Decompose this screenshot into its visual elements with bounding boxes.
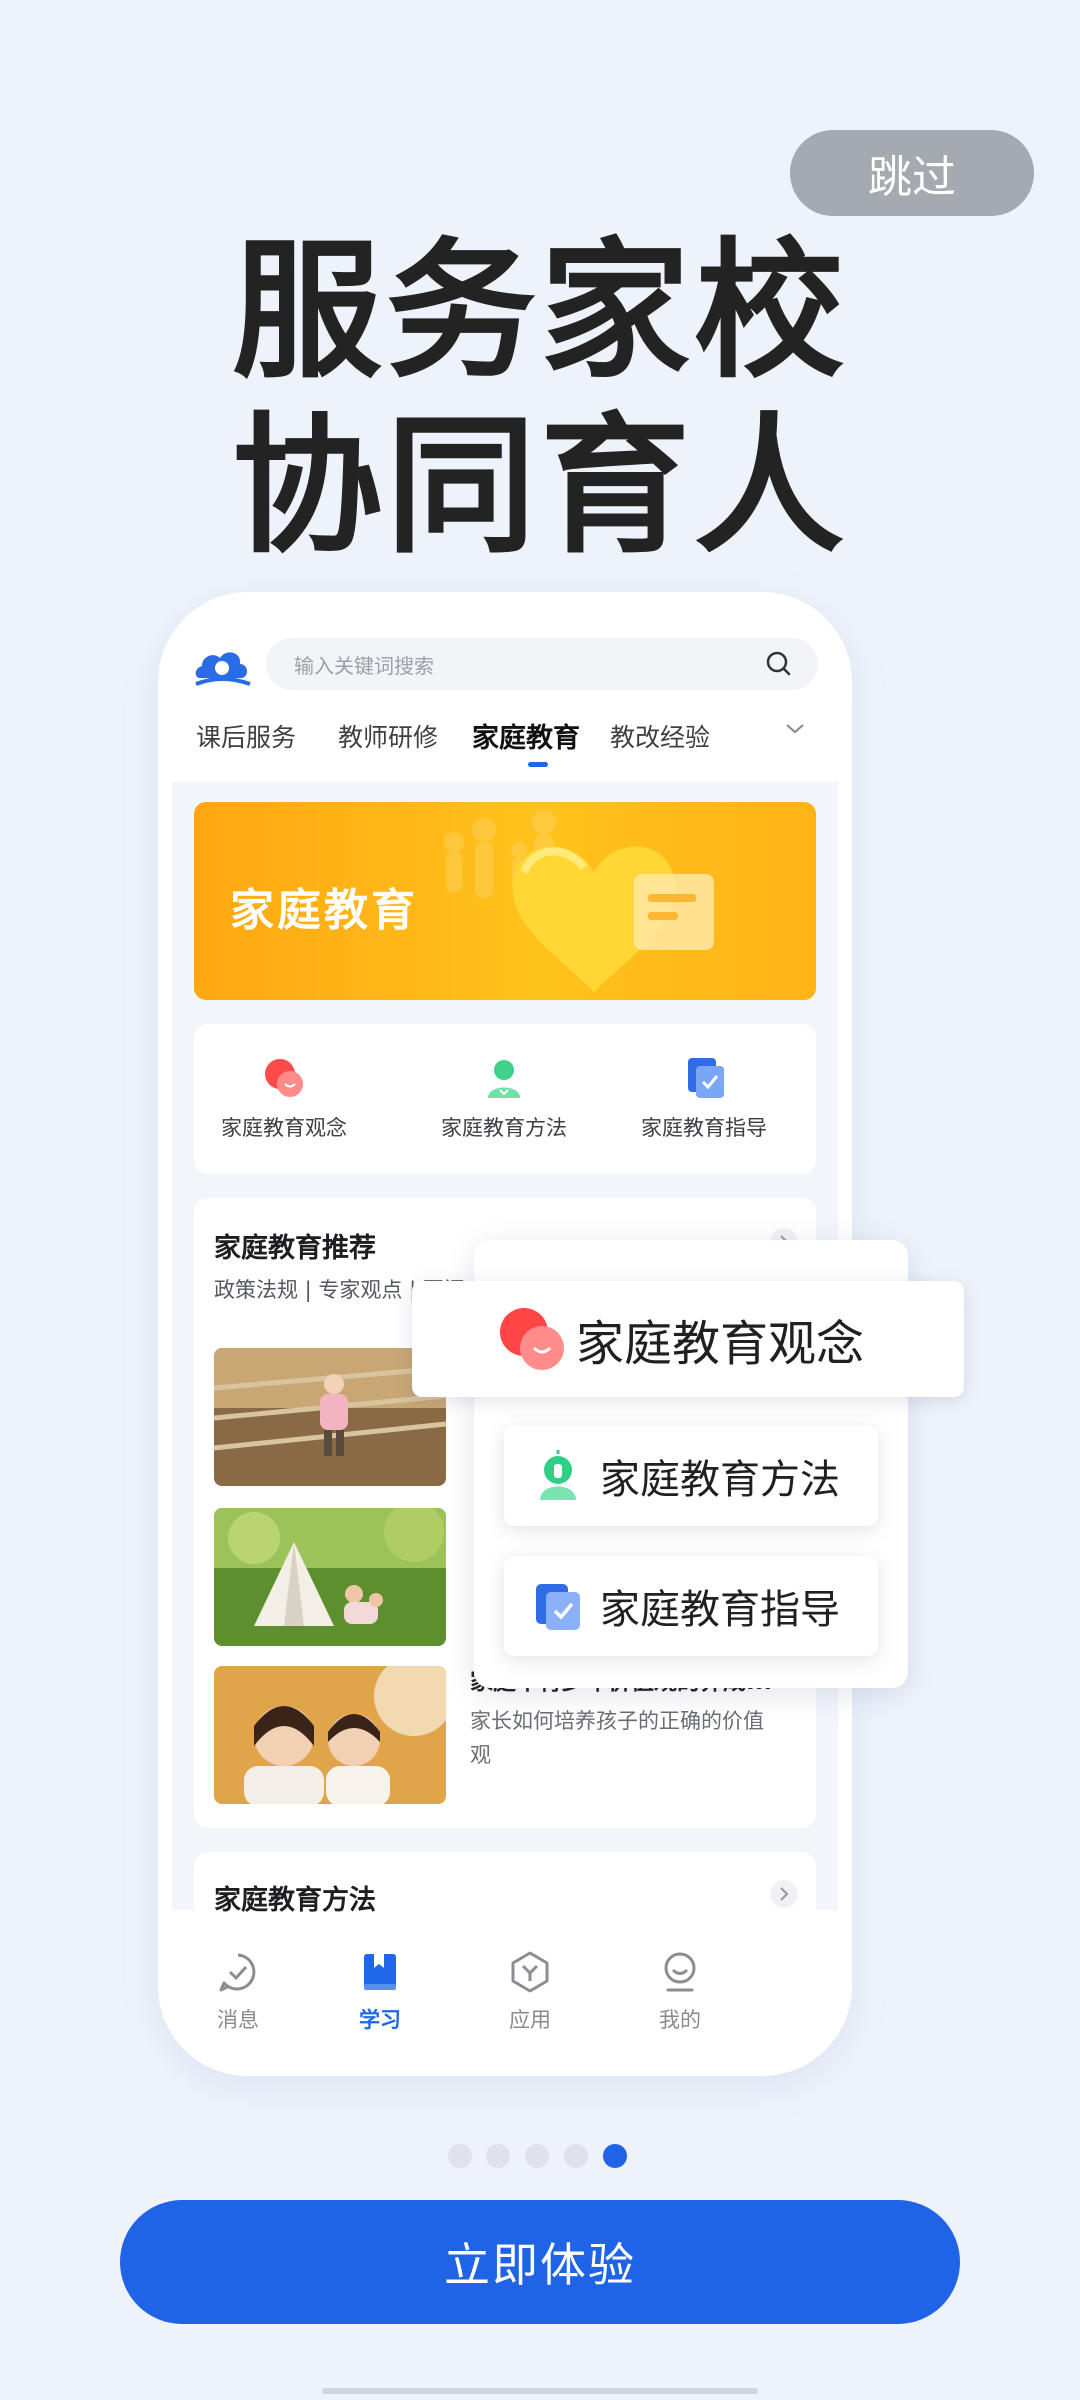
highlight-concept: 家庭教育观念 bbox=[412, 1281, 964, 1397]
page-dot bbox=[525, 2144, 549, 2168]
book-icon bbox=[364, 1954, 396, 1990]
highlight-method: 家庭教育方法 bbox=[504, 1426, 878, 1526]
app-logo-icon bbox=[195, 652, 251, 686]
chat-bubble-icon bbox=[500, 1308, 564, 1370]
search-placeholder: 输入关键词搜索 bbox=[294, 653, 434, 678]
article-thumbnail[interactable] bbox=[214, 1666, 446, 1804]
home-indicator bbox=[322, 2388, 758, 2394]
active-tab-indicator bbox=[528, 762, 548, 767]
family-education-banner[interactable]: 家庭教育 bbox=[194, 802, 816, 1000]
lightbulb-icon bbox=[488, 1060, 520, 1098]
highlight-guidance: 家庭教育指导 bbox=[504, 1556, 878, 1656]
search-bar[interactable]: 输入关键词搜索 bbox=[266, 638, 818, 690]
tab-teacher-training[interactable]: 教师研修 bbox=[338, 718, 438, 754]
search-icon[interactable] bbox=[762, 647, 796, 681]
chat-bubble-icon bbox=[265, 1059, 303, 1097]
page-indicator bbox=[448, 2144, 632, 2170]
quick-link-label: 家庭教育观念 bbox=[221, 1116, 347, 1140]
quick-link-concept[interactable]: 家庭教育观念 bbox=[194, 1054, 374, 1142]
clipboard-check-icon bbox=[688, 1058, 724, 1098]
quick-link-label: 家庭教育指导 bbox=[641, 1116, 767, 1140]
banner-title: 家庭教育 bbox=[230, 885, 418, 936]
nav-apps[interactable]: 应用 bbox=[480, 1950, 580, 2034]
nav-label: 消息 bbox=[217, 2008, 259, 2032]
message-check-icon bbox=[219, 1953, 256, 1992]
highlight-label: 家庭教育指导 bbox=[600, 1587, 840, 1633]
quick-link-label: 家庭教育方法 bbox=[441, 1116, 567, 1140]
highlight-label: 家庭教育方法 bbox=[600, 1457, 840, 1503]
recommendation-title: 家庭教育推荐 bbox=[214, 1233, 376, 1264]
nav-messages[interactable]: 消息 bbox=[188, 1950, 288, 2034]
nav-label: 我的 bbox=[659, 2008, 701, 2032]
highlight-label: 家庭教育观念 bbox=[576, 1316, 865, 1372]
method-section-title: 家庭教育方法 bbox=[214, 1885, 376, 1916]
page-dot bbox=[564, 2144, 588, 2168]
user-icon bbox=[664, 1952, 696, 1992]
quick-link-method[interactable]: 家庭教育方法 bbox=[414, 1054, 594, 1142]
start-experience-button[interactable]: 立即体验 bbox=[120, 2200, 960, 2324]
article-description: 家长如何培养孩子的正确的价值观 bbox=[470, 1709, 764, 1767]
tab-family-education[interactable]: 家庭教育 bbox=[472, 716, 580, 755]
chevron-right-icon[interactable] bbox=[770, 1880, 798, 1908]
nav-label: 应用 bbox=[509, 2008, 551, 2032]
nav-study[interactable]: 学习 bbox=[330, 1950, 430, 2034]
app-hex-icon bbox=[511, 1951, 549, 1993]
quick-links-card: 家庭教育观念 家庭教育方法 家庭教育指导 bbox=[194, 1024, 816, 1174]
category-tabs: 课后服务 教师研修 家庭教育 教改经验 bbox=[196, 718, 826, 768]
clipboard-check-icon bbox=[536, 1584, 580, 1630]
page-dot bbox=[448, 2144, 472, 2168]
tab-reform-experience[interactable]: 教改经验 bbox=[610, 718, 710, 754]
chevron-down-icon[interactable] bbox=[784, 722, 806, 736]
quick-link-guidance[interactable]: 家庭教育指导 bbox=[614, 1054, 794, 1142]
bottom-nav: 消息 学习 应用 我的 bbox=[158, 1918, 852, 2076]
page-dot-active bbox=[603, 2144, 627, 2168]
article-thumbnail[interactable] bbox=[214, 1508, 446, 1646]
headline-line-2: 协同育人 bbox=[231, 400, 848, 574]
nav-mine[interactable]: 我的 bbox=[630, 1950, 730, 2034]
lightbulb-icon bbox=[540, 1450, 576, 1500]
page-dot bbox=[486, 2144, 510, 2168]
tab-after-school[interactable]: 课后服务 bbox=[196, 718, 296, 754]
nav-label: 学习 bbox=[359, 2008, 401, 2032]
